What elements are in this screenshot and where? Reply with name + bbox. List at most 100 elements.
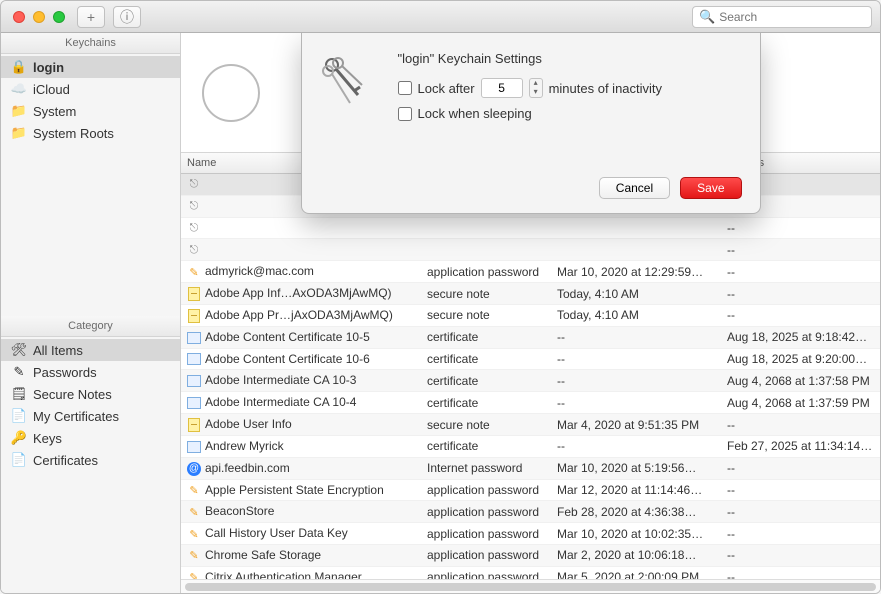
row-name: Chrome Safe Storage [205, 548, 321, 562]
note-icon: 🗒 [11, 386, 27, 402]
cancel-button[interactable]: Cancel [599, 177, 670, 199]
table-row[interactable]: ✎BeaconStoreapplication passwordFeb 28, … [181, 501, 880, 523]
lock-when-sleeping-label: Lock when sleeping [418, 106, 532, 121]
pencil-icon: ✎ [187, 527, 201, 541]
row-date: -- [551, 392, 721, 414]
row-date: -- [551, 348, 721, 370]
row-name: BeaconStore [205, 504, 274, 518]
sidebar-item-category-3[interactable]: 📄 My Certificates [1, 405, 180, 427]
row-expires: -- [721, 414, 880, 436]
search-field[interactable]: 🔍 [692, 6, 872, 28]
row-expires: -- [721, 479, 880, 501]
sidebar-item-keychain-3[interactable]: 📁System Roots [1, 122, 180, 144]
tool-icon: 🛠 [11, 342, 27, 358]
at-icon: @ [187, 462, 201, 476]
row-date: Mar 2, 2020 at 10:06:18… [551, 545, 721, 567]
info-button[interactable]: ⓘ [113, 6, 141, 28]
cert-icon [187, 374, 201, 388]
sidebar-item-category-4[interactable]: 🔑Keys [1, 427, 180, 449]
key-icon: ⎋ [187, 200, 201, 214]
row-kind: application password [421, 545, 551, 567]
sidebar: Keychains 🔒login☁️iCloud📁System📁System R… [1, 33, 181, 593]
table-row[interactable]: ✎ Apple Persistent State Encryption applic… [181, 479, 880, 501]
sidebar-item-label: My Certificates [33, 409, 119, 424]
row-expires: -- [721, 283, 880, 305]
pencil-icon: ✎ [187, 483, 201, 497]
sidebar-item-category-5[interactable]: 📄Certificates [1, 449, 180, 471]
table-row[interactable]: Andrew Myrickcertificate--Feb 27, 2025 a… [181, 435, 880, 457]
cert-icon [187, 440, 201, 454]
minimize-window-button[interactable] [33, 11, 45, 23]
lock-after-checkbox[interactable] [398, 81, 412, 95]
info-icon: ⓘ [120, 7, 134, 27]
sidebar-item-category-2[interactable]: 🗒Secure Notes [1, 383, 180, 405]
lock-when-sleeping-checkbox[interactable] [398, 107, 412, 121]
search-input[interactable] [719, 10, 874, 24]
cert-icon [187, 331, 201, 345]
row-kind [421, 217, 551, 239]
sidebar-item-keychain-2[interactable]: 📁System [1, 100, 180, 122]
save-button[interactable]: Save [680, 177, 741, 199]
row-date: Mar 5, 2020 at 2:00:09 PM [551, 566, 721, 579]
table-row[interactable]: Adobe App Pr…jAxODA3MjAwMQ)secure noteTo… [181, 304, 880, 326]
titlebar: + ⓘ 🔍 [1, 1, 880, 33]
table-row[interactable]: Adobe Intermediate CA 10-4certificate--A… [181, 392, 880, 414]
row-date: Mar 4, 2020 at 9:51:35 PM [551, 414, 721, 436]
cert-icon: 📄 [11, 408, 27, 424]
pencil-icon: ✎ [187, 571, 201, 579]
row-date: -- [551, 370, 721, 392]
keychain-list: 🔒login☁️iCloud📁System📁System Roots [1, 54, 180, 146]
table-row[interactable]: @api.feedbin.comInternet passwordMar 10,… [181, 457, 880, 479]
table-row[interactable]: Adobe Intermediate CA 10-3certificate--A… [181, 370, 880, 392]
sidebar-item-label: Certificates [33, 453, 98, 468]
table-row[interactable]: ✎admyrick@mac.comapplication passwordMar… [181, 261, 880, 283]
row-expires: -- [721, 523, 880, 545]
add-button[interactable]: + [77, 6, 105, 28]
lock-after-minutes-input[interactable] [481, 78, 523, 98]
row-name: Adobe Intermediate CA 10-4 [205, 395, 356, 409]
search-icon: 🔍 [699, 9, 715, 25]
sidebar-item-keychain-1[interactable]: ☁️iCloud [1, 78, 180, 100]
horizontal-scrollbar[interactable] [181, 579, 880, 593]
row-date: -- [551, 435, 721, 457]
row-expires: Aug 18, 2025 at 9:18:42… [721, 326, 880, 348]
note-icon [187, 287, 201, 301]
keychain-settings-sheet: "login" Keychain Settings Lock after ▴▾ … [301, 33, 761, 214]
row-expires: Feb 27, 2025 at 11:34:14… [721, 435, 880, 457]
row-name: Andrew Myrick [205, 439, 284, 453]
folder-icon: 📁 [11, 125, 27, 141]
row-expires: -- [721, 501, 880, 523]
table-row[interactable]: ✎Citrix Authentication Managerapplicatio… [181, 566, 880, 579]
row-name: Apple Persistent State Encryption [205, 483, 384, 497]
table-row[interactable]: Adobe User Infosecure noteMar 4, 2020 at… [181, 414, 880, 436]
row-kind: Internet password [421, 457, 551, 479]
row-date: Mar 10, 2020 at 10:02:35… [551, 523, 721, 545]
table-row[interactable]: ✎Chrome Safe Storageapplication password… [181, 545, 880, 567]
close-window-button[interactable] [13, 11, 25, 23]
sidebar-item-category-0[interactable]: 🛠All Items [1, 339, 180, 361]
table-row[interactable]: Adobe Content Certificate 10-6certificat… [181, 348, 880, 370]
minutes-stepper[interactable]: ▴▾ [529, 78, 543, 98]
stepper-down-icon: ▾ [530, 88, 542, 97]
row-date: Mar 12, 2020 at 11:14:46… [551, 479, 721, 501]
items-table-wrap[interactable]: Name Kind Date Modified Expires Keycha ⎋… [181, 153, 880, 579]
keychains-header: Keychains [1, 33, 180, 54]
note-icon [187, 418, 201, 432]
table-row[interactable]: ⎋--login [181, 239, 880, 261]
sidebar-item-label: login [33, 60, 64, 75]
row-kind: certificate [421, 348, 551, 370]
row-name: Adobe Content Certificate 10-5 [205, 330, 370, 344]
zoom-window-button[interactable] [53, 11, 65, 23]
table-row[interactable]: Adobe App Inf…AxODA3MjAwMQ)secure noteTo… [181, 283, 880, 305]
table-row[interactable]: Adobe Content Certificate 10-5 certificat… [181, 326, 880, 348]
table-row[interactable]: ✎Call History User Data Keyapplication p… [181, 523, 880, 545]
row-kind: application password [421, 479, 551, 501]
minutes-suffix: minutes of inactivity [549, 81, 662, 96]
row-kind: certificate [421, 326, 551, 348]
table-row[interactable]: ⎋--login [181, 217, 880, 239]
row-expires: -- [721, 261, 880, 283]
row-kind: secure note [421, 283, 551, 305]
row-date: Mar 10, 2020 at 12:29:59… [551, 261, 721, 283]
sidebar-item-category-1[interactable]: ✎Passwords [1, 361, 180, 383]
sidebar-item-keychain-0[interactable]: 🔒login [1, 56, 180, 78]
